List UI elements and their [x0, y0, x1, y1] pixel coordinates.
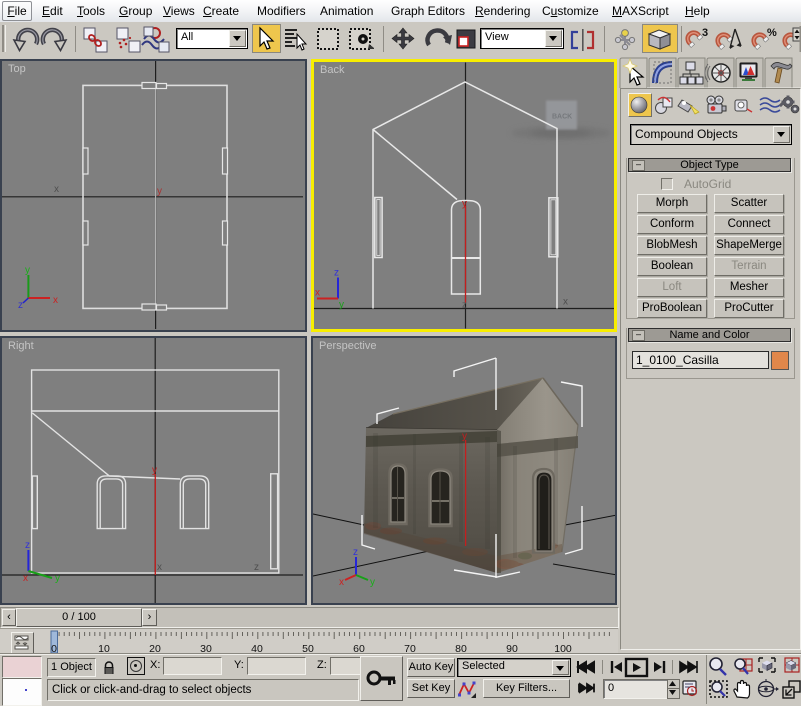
svg-text:z: z — [462, 300, 467, 310]
svg-text:y: y — [462, 431, 467, 442]
svg-text:z: z — [25, 540, 30, 551]
svg-text:z: z — [18, 300, 23, 311]
svg-text:y: y — [370, 577, 375, 588]
svg-text:z: z — [353, 547, 358, 558]
svg-text:y: y — [339, 300, 344, 311]
svg-text:x: x — [157, 562, 162, 573]
svg-text:y: y — [462, 199, 467, 210]
svg-text:BACK: BACK — [552, 114, 572, 121]
svg-text:x: x — [339, 577, 344, 588]
svg-text:z: z — [334, 268, 339, 279]
svg-text:z: z — [254, 562, 259, 573]
svg-text:y: y — [25, 265, 30, 276]
svg-text:y: y — [152, 465, 157, 476]
svg-text:x: x — [54, 184, 59, 195]
svg-text:x: x — [315, 288, 320, 299]
svg-text:x: x — [23, 573, 28, 584]
svg-text:y: y — [55, 573, 60, 584]
svg-text:%: % — [767, 27, 777, 39]
svg-text:x: x — [53, 295, 58, 306]
svg-text:y: y — [157, 186, 162, 197]
svg-text:3: 3 — [702, 27, 708, 39]
svg-text:x: x — [563, 297, 568, 308]
